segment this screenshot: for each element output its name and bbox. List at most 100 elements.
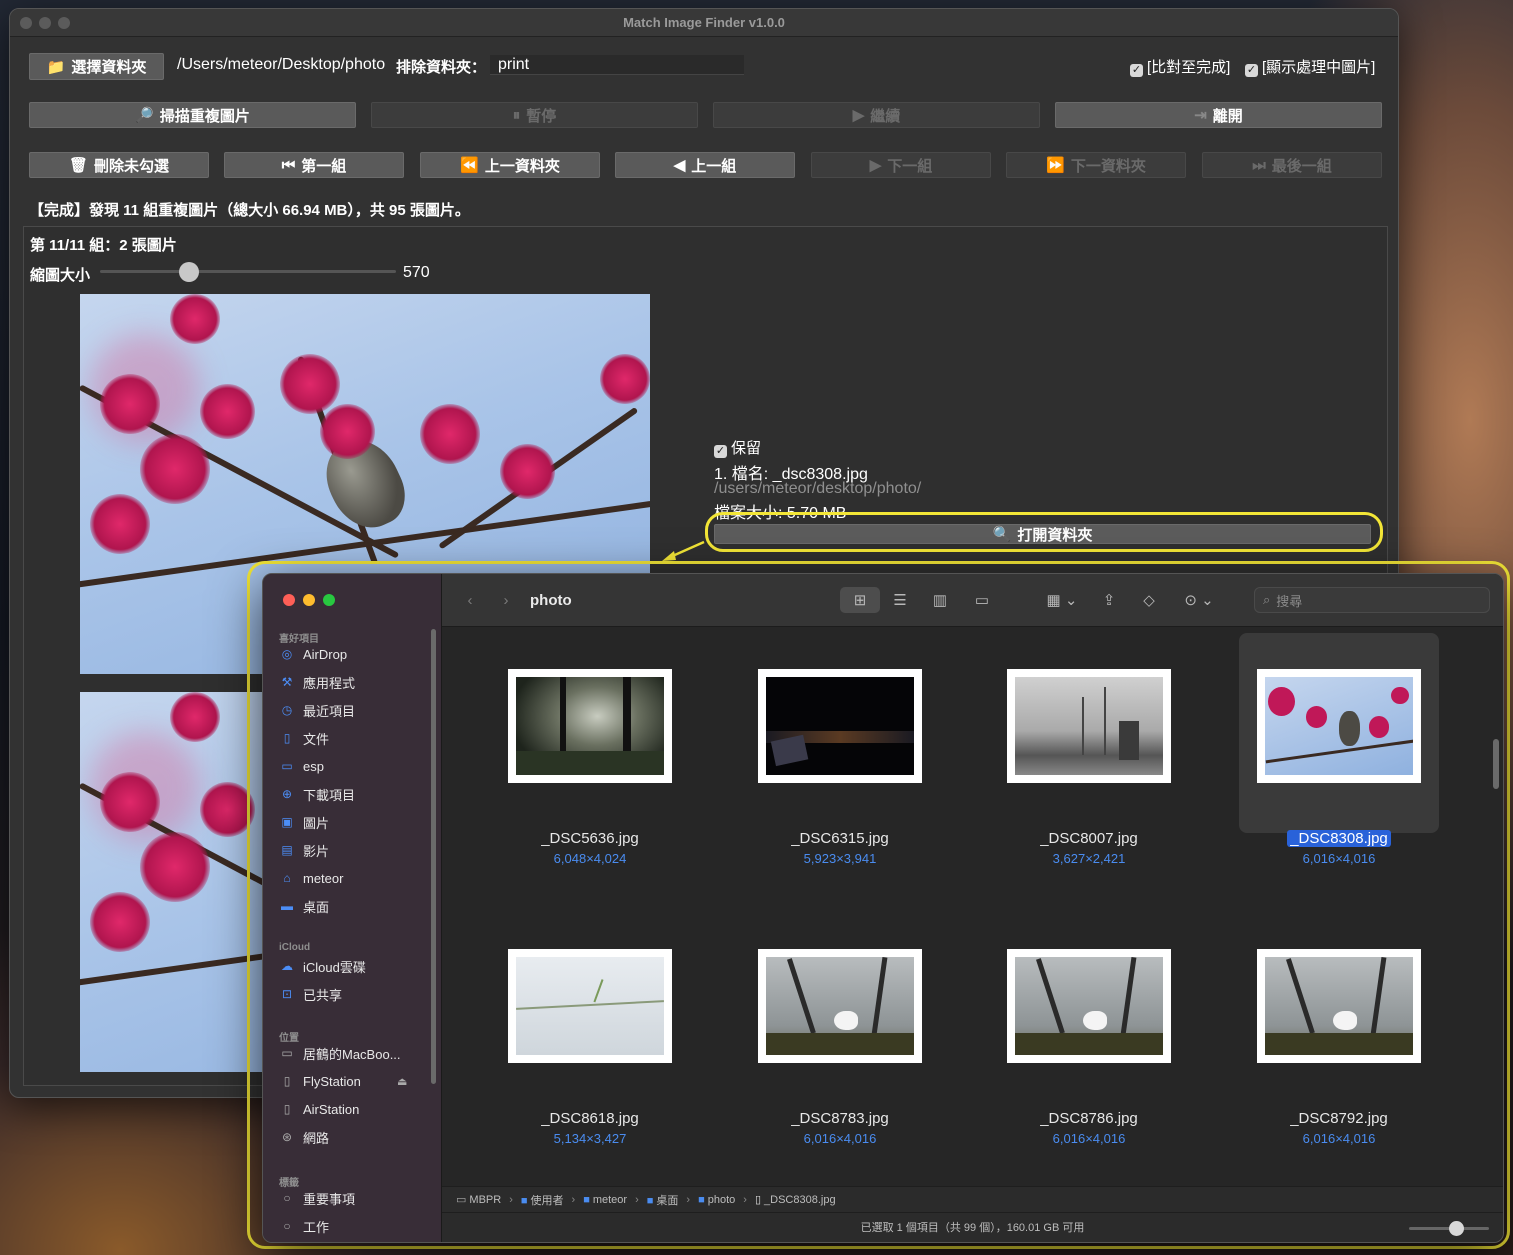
- checkmark-icon: ✓: [714, 445, 727, 458]
- sidebar-item[interactable]: ◎ AirDrop: [279, 643, 347, 665]
- zoom-window-button[interactable]: [58, 17, 70, 29]
- file-thumbnail: [1007, 669, 1171, 783]
- file-item[interactable]: _DSC8792.jpg 6,016×4,016: [1239, 907, 1439, 1146]
- triangle-right-icon: ▶: [869, 157, 882, 174]
- keep-checkbox[interactable]: ✓ 保留: [714, 437, 761, 458]
- sidebar-item[interactable]: ⚒ 應用程式: [279, 671, 355, 693]
- scan-button[interactable]: 🔎 掃描重複圖片: [29, 102, 356, 128]
- folder-path: /Users/meteor/Desktop/photo: [177, 56, 386, 73]
- file-item[interactable]: _DSC5636.jpg 6,048×4,024: [490, 627, 690, 866]
- close-window-button[interactable]: [283, 594, 295, 606]
- sidebar-item[interactable]: ▯ AirStation: [279, 1098, 360, 1120]
- list-view-button[interactable]: ☰: [882, 587, 918, 613]
- sidebar-item[interactable]: ▣ 圖片: [279, 811, 329, 833]
- share-button[interactable]: ⇪: [1094, 587, 1124, 613]
- path-segment[interactable]: ▭ MBPR: [456, 1193, 501, 1206]
- sidebar-scrollbar[interactable]: [431, 629, 436, 1084]
- slider-knob[interactable]: [1449, 1221, 1464, 1236]
- delete-unchecked-button[interactable]: 🗑 刪除未勾選: [29, 152, 209, 178]
- sidebar-item[interactable]: ○ 重要事項: [279, 1187, 355, 1209]
- prev-group-button[interactable]: ◀ 上一組: [615, 152, 795, 178]
- path-segment[interactable]: ■ photo: [698, 1194, 735, 1206]
- folder-icon: ■: [520, 1194, 528, 1207]
- first-group-button[interactable]: ⏮ 第一組: [224, 152, 404, 178]
- path-segment[interactable]: ■ meteor: [583, 1194, 627, 1206]
- eject-icon[interactable]: ⏏: [397, 1075, 407, 1088]
- file-item[interactable]: _DSC8308.jpg 6,016×4,016: [1239, 627, 1439, 866]
- group-button[interactable]: ▦ ⌄: [1040, 587, 1084, 613]
- last-group-button[interactable]: ⏭ 最後一組: [1202, 152, 1382, 178]
- minimize-window-button[interactable]: [303, 594, 315, 606]
- sidebar-item[interactable]: ◷ 最近項目: [279, 699, 355, 721]
- more-button[interactable]: ⊙ ⌄: [1177, 587, 1221, 613]
- list-icon: ☰: [893, 592, 907, 609]
- airdrop-icon: ◎: [281, 647, 293, 661]
- quit-button[interactable]: ⇥ 離開: [1055, 102, 1382, 128]
- file-item[interactable]: _DSC8618.jpg 5,134×3,427: [490, 907, 690, 1146]
- tag-circle-icon: ○: [283, 1191, 291, 1205]
- sidebar-item[interactable]: ⌂ meteor: [279, 867, 343, 889]
- sidebar-item[interactable]: ☁ iCloud雲碟: [279, 955, 366, 977]
- option-done-checkbox[interactable]: ✓ [比對至完成]: [1130, 56, 1230, 77]
- chevron-right-icon: ›: [743, 1193, 747, 1206]
- minimize-window-button[interactable]: [39, 17, 51, 29]
- file-name: _DSC8786.jpg: [1040, 1110, 1138, 1127]
- file-name: _DSC6315.jpg: [791, 830, 889, 847]
- slider-knob[interactable]: [178, 262, 199, 282]
- sidebar-item[interactable]: ▯ 文件: [279, 727, 329, 749]
- gallery-view-button[interactable]: ▭: [964, 587, 1000, 613]
- sidebar-item[interactable]: ▭ 居鶴的MacBoo...: [279, 1042, 400, 1064]
- tag-circle-icon: ○: [283, 1219, 291, 1233]
- choose-folder-button[interactable]: 📁 選擇資料夾: [29, 53, 164, 80]
- icon-size-slider[interactable]: [1409, 1221, 1489, 1236]
- document-icon: ▯: [283, 1102, 291, 1116]
- sidebar-item[interactable]: ▤ 影片: [279, 839, 329, 861]
- grid-scrollbar[interactable]: [1493, 739, 1499, 789]
- sidebar-section-header: iCloud: [279, 942, 311, 953]
- title-bar: Match Image Finder v1.0.0: [10, 9, 1398, 37]
- zoom-window-button[interactable]: [323, 594, 335, 606]
- close-window-button[interactable]: [20, 17, 32, 29]
- file-dimensions: 6,016×4,016: [1302, 851, 1376, 866]
- chevron-left-icon: ‹: [467, 591, 473, 609]
- sidebar-item-label: 重要事項: [303, 1191, 356, 1207]
- file-item[interactable]: _DSC8786.jpg 6,016×4,016: [989, 907, 1189, 1146]
- exclude-input[interactable]: print: [490, 55, 744, 75]
- search-field[interactable]: ⌕ 搜尋: [1254, 587, 1490, 613]
- sidebar-item[interactable]: ▭ esp: [279, 755, 324, 777]
- file-item[interactable]: _DSC6315.jpg 5,923×3,941: [740, 627, 940, 866]
- finder-window: 喜好項目 ◎ AirDrop ⚒ 應用程式 ◷ 最近項目 ▯ 文件 ▭ esp ⊕ 下載項目 ▣ 圖片 ▤ 影片…: [262, 573, 1504, 1243]
- path-segment[interactable]: ▯ _DSC8308.jpg: [755, 1193, 836, 1206]
- sidebar-item[interactable]: ▬ 桌面: [279, 895, 329, 917]
- prev-folder-button[interactable]: ⏪ 上一資料夾: [420, 152, 600, 178]
- resume-button[interactable]: ▶ 繼續: [713, 102, 1040, 128]
- file-dimensions: 3,627×2,421: [1052, 851, 1126, 866]
- applications-icon: ⚒: [281, 675, 293, 689]
- back-button[interactable]: ‹: [460, 587, 480, 613]
- sidebar-item[interactable]: ⊛ 網路: [279, 1126, 329, 1148]
- file-name: _DSC8792.jpg: [1290, 1110, 1388, 1127]
- option-show-checkbox[interactable]: ✓ [顯示處理中圖片]: [1245, 56, 1375, 77]
- sidebar-item[interactable]: ▯ FlyStation ⏏: [279, 1070, 408, 1092]
- file-item[interactable]: _DSC8783.jpg 6,016×4,016: [740, 907, 940, 1146]
- path-segment[interactable]: ■ 使用者: [521, 1192, 564, 1208]
- sidebar-item[interactable]: ○ 工作: [279, 1215, 329, 1237]
- icon-view-button[interactable]: ⊞: [840, 587, 880, 613]
- file-dimensions: 6,048×4,024: [553, 851, 627, 866]
- pause-button[interactable]: ⏸ 暫停: [371, 102, 698, 128]
- tag-button[interactable]: ◇: [1134, 587, 1164, 613]
- group-icon: ▦ ⌄: [1046, 592, 1078, 609]
- file-icon: ▯: [754, 1194, 762, 1206]
- next-group-button[interactable]: ▶ 下一組: [811, 152, 991, 178]
- file-item[interactable]: _DSC8007.jpg 3,627×2,421: [989, 627, 1189, 866]
- sidebar-item-label: esp: [303, 758, 324, 774]
- thumb-size-slider[interactable]: [100, 262, 396, 282]
- sidebar-item[interactable]: ⊕ 下載項目: [279, 783, 355, 805]
- column-view-button[interactable]: ▥: [922, 587, 958, 613]
- next-folder-button[interactable]: ⏩ 下一資料夾: [1006, 152, 1186, 178]
- path-segment[interactable]: ■ 桌面: [647, 1192, 679, 1208]
- forward-button[interactable]: ›: [496, 587, 516, 613]
- sidebar-item[interactable]: ⊡ 已共享: [279, 983, 342, 1005]
- download-icon: ⊕: [281, 787, 293, 801]
- pictures-icon: ▣: [281, 815, 293, 829]
